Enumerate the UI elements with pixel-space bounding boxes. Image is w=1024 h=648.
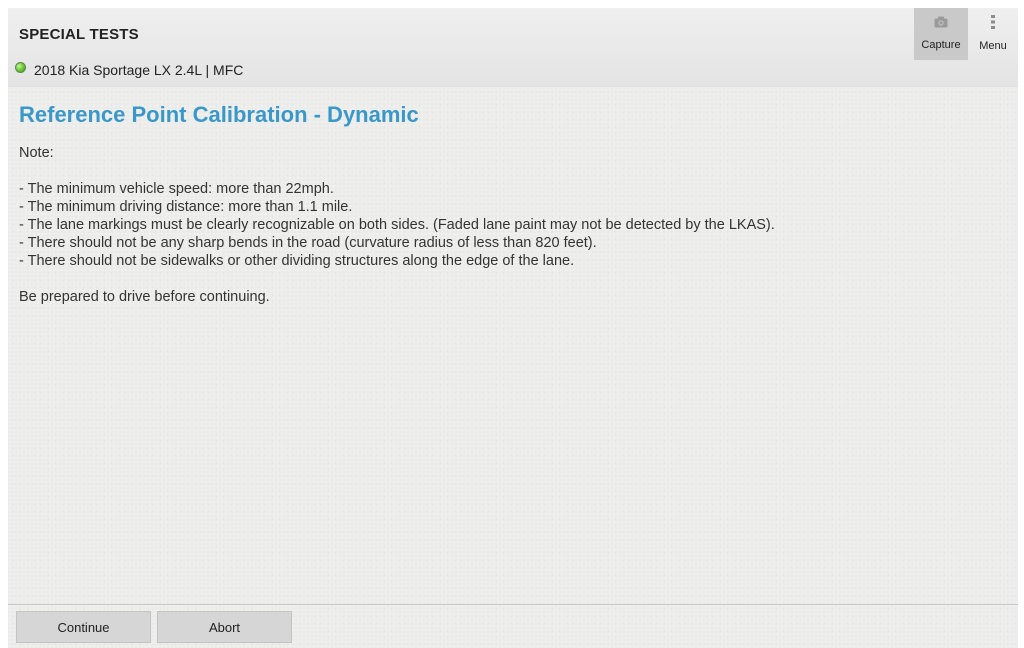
list-item: - The lane markings must be clearly reco… bbox=[19, 217, 775, 233]
app-title: SPECIAL TESTS bbox=[19, 26, 139, 43]
header-actions: Capture Menu bbox=[914, 8, 1018, 60]
footer-actions: Continue Abort bbox=[16, 611, 298, 643]
app-window: SPECIAL TESTS 2018 Kia Sportage LX 2.4L … bbox=[8, 8, 1018, 648]
prepare-message: Be prepared to drive before continuing. bbox=[19, 289, 270, 305]
camera-icon bbox=[934, 15, 948, 33]
menu-button[interactable]: Menu bbox=[968, 8, 1018, 60]
capture-label: Capture bbox=[921, 39, 961, 51]
vehicle-label: 2018 Kia Sportage LX 2.4L | MFC bbox=[34, 62, 244, 78]
vehicle-info: 2018 Kia Sportage LX 2.4L | MFC bbox=[15, 60, 243, 80]
list-item: - There should not be any sharp bends in… bbox=[19, 235, 597, 251]
page-title: Reference Point Calibration - Dynamic bbox=[19, 102, 419, 127]
list-item: - The minimum driving distance: more tha… bbox=[19, 199, 353, 215]
main-content: Reference Point Calibration - Dynamic No… bbox=[19, 101, 1009, 306]
more-vertical-icon bbox=[990, 15, 996, 34]
requirements-list: - The minimum vehicle speed: more than 2… bbox=[19, 180, 1009, 270]
header-bar: SPECIAL TESTS 2018 Kia Sportage LX 2.4L … bbox=[8, 8, 1018, 87]
footer-divider bbox=[8, 604, 1018, 605]
note-label: Note: bbox=[19, 145, 54, 161]
connection-status-icon bbox=[15, 61, 26, 73]
list-item: - The minimum vehicle speed: more than 2… bbox=[19, 181, 334, 197]
abort-button[interactable]: Abort bbox=[157, 611, 292, 643]
capture-button[interactable]: Capture bbox=[914, 8, 968, 60]
menu-label: Menu bbox=[979, 40, 1007, 52]
continue-button[interactable]: Continue bbox=[16, 611, 151, 643]
list-item: - There should not be sidewalks or other… bbox=[19, 253, 575, 269]
